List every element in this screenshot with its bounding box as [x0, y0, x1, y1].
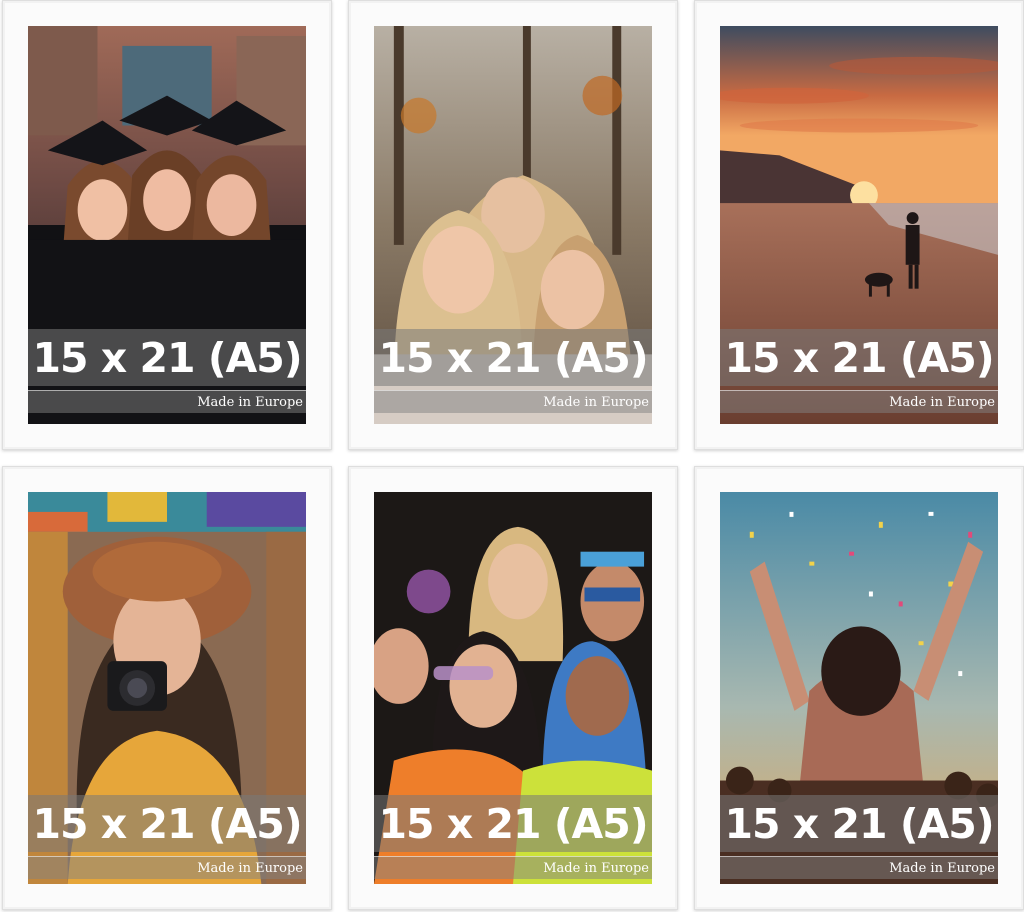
photo-frame-4: 15 x 21 (A5) Made in Europe	[2, 466, 332, 910]
origin-banner: Made in Europe	[374, 856, 652, 879]
size-label: 15 x 21 (A5)	[724, 799, 994, 848]
photo-frame-2: 15 x 21 (A5) Made in Europe	[348, 0, 678, 450]
made-in-label: Made in Europe	[889, 861, 995, 876]
graduates-photo: 15 x 21 (A5) Made in Europe	[28, 26, 306, 424]
photo-frame-3: 15 x 21 (A5) Made in Europe	[694, 0, 1024, 450]
made-in-label: Made in Europe	[197, 861, 303, 876]
origin-banner: Made in Europe	[28, 390, 306, 413]
size-label: 15 x 21 (A5)	[724, 333, 994, 382]
size-banner: 15 x 21 (A5)	[374, 795, 652, 852]
size-label: 15 x 21 (A5)	[378, 799, 648, 848]
size-label: 15 x 21 (A5)	[32, 799, 302, 848]
photo-frame-5: 15 x 21 (A5) Made in Europe	[348, 466, 678, 910]
size-banner: 15 x 21 (A5)	[374, 329, 652, 386]
made-in-label: Made in Europe	[543, 861, 649, 876]
party-friends-photo: 15 x 21 (A5) Made in Europe	[374, 492, 652, 884]
origin-banner: Made in Europe	[28, 856, 306, 879]
confetti-concert-photo: 15 x 21 (A5) Made in Europe	[720, 492, 998, 884]
size-label: 15 x 21 (A5)	[378, 333, 648, 382]
origin-banner: Made in Europe	[720, 390, 998, 413]
kids-autumn-photo: 15 x 21 (A5) Made in Europe	[374, 26, 652, 424]
origin-banner: Made in Europe	[720, 856, 998, 879]
made-in-label: Made in Europe	[197, 395, 303, 410]
photo-frame-1: 15 x 21 (A5) Made in Europe	[2, 0, 332, 450]
photographer-photo: 15 x 21 (A5) Made in Europe	[28, 492, 306, 884]
made-in-label: Made in Europe	[543, 395, 649, 410]
origin-banner: Made in Europe	[374, 390, 652, 413]
made-in-label: Made in Europe	[889, 395, 995, 410]
size-banner: 15 x 21 (A5)	[720, 329, 998, 386]
beach-sunset-photo: 15 x 21 (A5) Made in Europe	[720, 26, 998, 424]
size-banner: 15 x 21 (A5)	[28, 329, 306, 386]
size-banner: 15 x 21 (A5)	[720, 795, 998, 852]
size-label: 15 x 21 (A5)	[32, 333, 302, 382]
photo-frame-6: 15 x 21 (A5) Made in Europe	[694, 466, 1024, 910]
size-banner: 15 x 21 (A5)	[28, 795, 306, 852]
